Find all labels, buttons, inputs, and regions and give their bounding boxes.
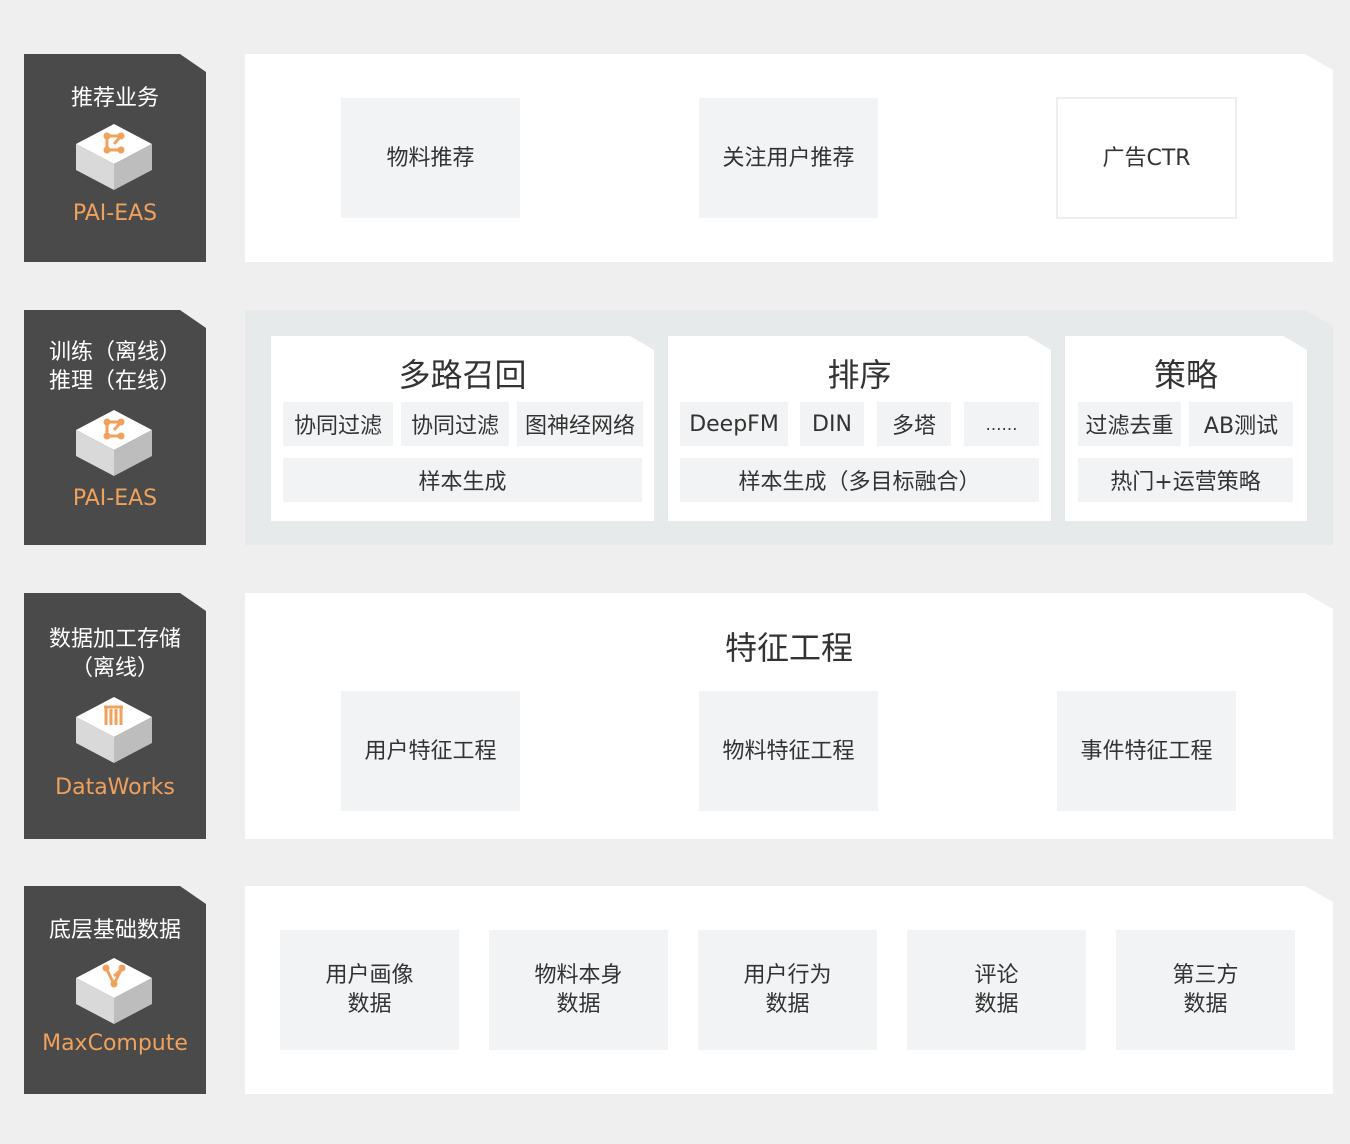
recall-card: 多路召回 协同过滤 协同过滤 图神经网络 样本生成 [271,336,654,521]
chip: AB测试 [1189,402,1293,446]
layer-label-training: 训练（离线） 推理（在线） PAI-EAS [24,310,206,545]
business-panel: 物料推荐 关注用户推荐 广告CTR [245,54,1333,262]
business-item: 物料推荐 [341,98,520,218]
chip: 多塔 [877,402,951,446]
chip: DIN [800,402,864,446]
base-data-item: 用户画像 数据 [280,930,459,1050]
feature-item: 用户特征工程 [341,691,520,811]
sample-bar: 样本生成（多目标融合） [680,458,1039,502]
card-title: 多路召回 [398,356,527,394]
chip: DeepFM [680,402,788,446]
layer-title: 底层基础数据 [48,918,181,943]
base-data-item: 物料本身 数据 [489,930,668,1050]
layer-label-base-data: 底层基础数据 MaxCompute [24,886,206,1094]
product-name: PAI-EAS [72,486,158,511]
layer-label-business: 推荐业务 PAI-EAS [24,54,206,262]
chip: 图神经网络 [517,402,643,446]
base-data-panel: 用户画像 数据 物料本身 数据 用户行为 数据 评论 数据 第三方 数据 [245,886,1333,1094]
business-item: 关注用户推荐 [699,98,878,218]
layer-title: 训练（离线） 推理（在线） [48,340,181,394]
product-name: DataWorks [55,775,175,800]
chip: …… [964,402,1039,446]
maxcompute-cube-icon [74,954,154,1026]
pai-eas-cube-icon [74,120,154,192]
ranking-card: 排序 DeepFM DIN 多塔 …… 样本生成（多目标融合） [668,336,1051,521]
pai-eas-cube-icon [74,406,154,478]
sample-bar: 样本生成 [283,458,642,502]
strategy-card: 策略 过滤去重 AB测试 热门+运营策略 [1065,336,1307,521]
base-data-item: 用户行为 数据 [698,930,877,1050]
product-name: PAI-EAS [72,201,158,226]
feature-panel: 特征工程 用户特征工程 物料特征工程 事件特征工程 [245,593,1333,839]
layer-title: 数据加工存储 （离线） [48,627,181,681]
training-panel: 多路召回 协同过滤 协同过滤 图神经网络 样本生成 排序 DeepFM DIN … [245,310,1333,545]
chip: 协同过滤 [401,402,509,446]
dataworks-cube-icon [74,693,154,765]
product-name: MaxCompute [42,1031,188,1056]
layer-title: 推荐业务 [70,86,159,111]
base-data-item: 评论 数据 [907,930,1086,1050]
chip: 协同过滤 [283,402,393,446]
panel-title: 特征工程 [724,629,853,667]
base-data-item: 第三方 数据 [1116,930,1295,1050]
feature-item: 事件特征工程 [1057,691,1236,811]
card-title: 排序 [827,356,892,394]
sample-bar: 热门+运营策略 [1078,458,1293,502]
business-item: 广告CTR [1056,97,1237,219]
card-title: 策略 [1153,356,1218,394]
chip: 过滤去重 [1078,402,1181,446]
feature-item: 物料特征工程 [699,691,878,811]
layer-label-data-processing: 数据加工存储 （离线） DataWorks [24,593,206,839]
